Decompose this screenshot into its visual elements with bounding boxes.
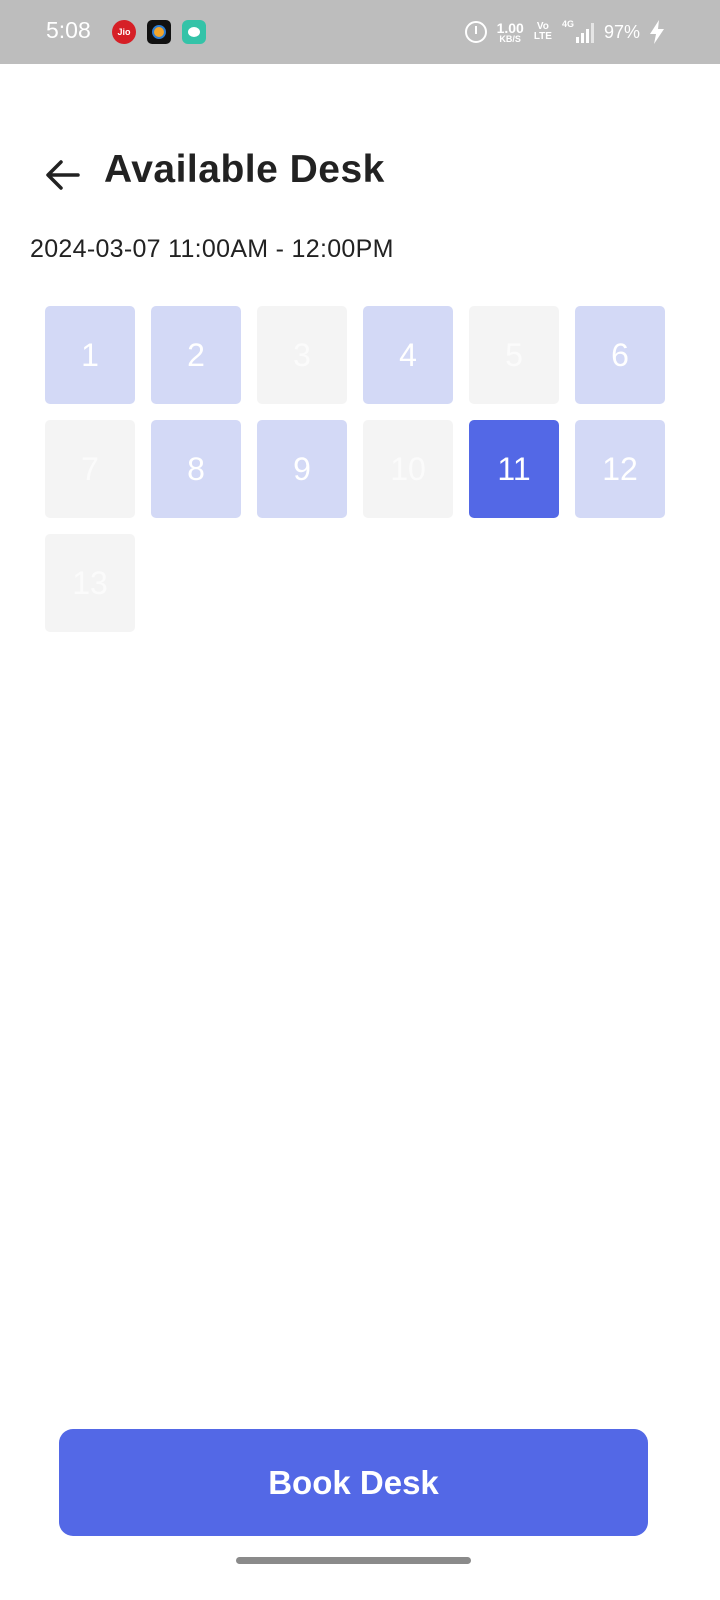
session-datetime: 2024-03-07 11:00AM - 12:00PM: [30, 235, 394, 263]
desk-2[interactable]: 2: [151, 306, 241, 404]
desk-7: 7: [45, 420, 135, 518]
status-bar: 5:08 Jio 1.00 KB/S Vo LTE 4G 97%: [0, 0, 720, 64]
desk-13: 13: [45, 534, 135, 632]
network-speed-unit: KB/S: [499, 33, 521, 44]
desk-10: 10: [363, 420, 453, 518]
desk-6[interactable]: 6: [575, 306, 665, 404]
desk-11-selected[interactable]: 11: [469, 420, 559, 518]
arrow-left-icon: [46, 160, 80, 190]
network-speed: 1.00 KB/S: [497, 21, 524, 44]
alarm-icon: [464, 21, 487, 43]
charging-icon: [650, 20, 664, 44]
screen: 5:08 Jio 1.00 KB/S Vo LTE 4G 97% Availab…: [0, 0, 720, 1600]
status-right: 1.00 KB/S Vo LTE 4G 97%: [464, 16, 664, 48]
desk-3: 3: [257, 306, 347, 404]
game-app-icon: [147, 20, 171, 44]
page-title: Available Desk: [104, 148, 385, 191]
desk-8[interactable]: 8: [151, 420, 241, 518]
desk-4[interactable]: 4: [363, 306, 453, 404]
network-type: 4G: [561, 19, 574, 29]
desk-9[interactable]: 9: [257, 420, 347, 518]
battery-level: 97%: [603, 21, 640, 42]
volte-line2: LTE: [533, 31, 552, 42]
volte-icon: Vo LTE: [534, 22, 552, 42]
signal-icon: 4G: [561, 19, 594, 43]
desk-1[interactable]: 1: [45, 306, 135, 404]
home-indicator[interactable]: [236, 1557, 471, 1564]
book-desk-button[interactable]: Book Desk: [59, 1429, 648, 1536]
chat-app-icon: [182, 20, 206, 44]
network-speed-value: 1.00: [496, 19, 524, 36]
status-time: 5:08: [46, 17, 91, 43]
jio-app-icon: Jio: [112, 20, 136, 44]
desk-5: 5: [469, 306, 559, 404]
desk-grid: 1 2 3 4 5 6 7 8 9 10 11 12 13: [45, 306, 665, 632]
back-button[interactable]: [40, 155, 84, 195]
desk-12[interactable]: 12: [575, 420, 665, 518]
